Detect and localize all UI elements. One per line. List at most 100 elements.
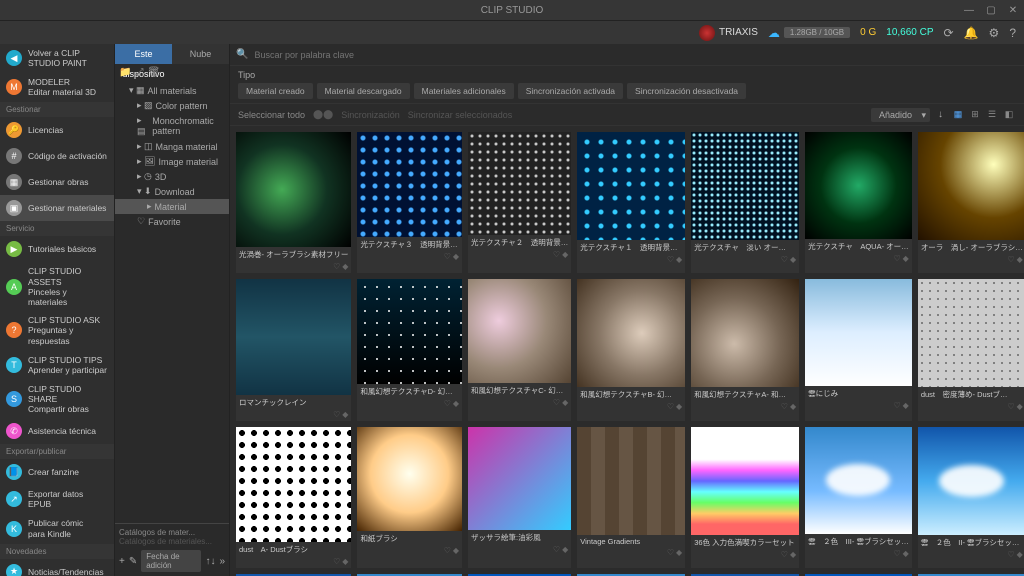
material-card[interactable]: 36色 入力色満喫カラーセット♡◆ [691, 427, 799, 568]
fav-icon[interactable]: ♡ [1007, 255, 1014, 264]
cloud-storage[interactable]: ☁ 1.28GB / 10GB [768, 26, 850, 40]
fav-icon[interactable]: ♡ [444, 252, 451, 261]
sidebar-item-tips[interactable]: TCLIP STUDIO TIPSAprender y participar [0, 350, 114, 380]
material-card[interactable]: オーラ 渦し- オーラブラシ…♡◆ [918, 132, 1024, 273]
tag-icon[interactable]: ◆ [562, 545, 568, 554]
fav-icon[interactable]: ♡ [333, 410, 340, 419]
tree-favorite[interactable]: ♡ Favorite [115, 214, 229, 229]
fav-icon[interactable]: ♡ [893, 254, 900, 263]
tag-icon[interactable]: ◆ [790, 550, 796, 559]
fav-icon[interactable]: ♡ [667, 255, 674, 264]
sync-selected[interactable]: Sincronizar seleccionados [408, 110, 513, 120]
type-filter-2[interactable]: Materiales adicionales [414, 83, 514, 99]
sidebar-item-news[interactable]: ★Noticias/Tendencias [0, 559, 114, 576]
sidebar-item-activation[interactable]: #Código de activación [0, 143, 114, 169]
fav-icon[interactable]: ♡ [1007, 550, 1014, 559]
tree-manga[interactable]: ▸ ◫ Manga material [115, 139, 229, 154]
catalog-date-button[interactable]: Fecha de adición [141, 550, 201, 572]
tree-material[interactable]: ▸ Material [115, 199, 229, 214]
material-card[interactable]: 和風幻想テクスチャB- 幻…♡◆ [577, 279, 685, 420]
sidebar-item-back[interactable]: ◀ Volver a CLIP STUDIO PAINT [0, 44, 114, 72]
fav-icon[interactable]: ♡ [781, 550, 788, 559]
tag-icon[interactable]: ◆ [562, 398, 568, 407]
tree-color[interactable]: ▸ ▨ Color pattern [115, 98, 229, 113]
delete-icon[interactable]: 🗑 [147, 67, 160, 78]
tag-icon[interactable]: ◆ [676, 255, 682, 264]
fav-icon[interactable]: ♡ [553, 250, 560, 259]
sidebar-item-kindle[interactable]: KPublicar cómicpara Kindle [0, 514, 114, 544]
fav-icon[interactable]: ♡ [553, 398, 560, 407]
fav-icon[interactable]: ♡ [333, 262, 340, 271]
gold-balance[interactable]: 0 G [860, 27, 876, 38]
tag-icon[interactable]: ◆ [453, 252, 459, 261]
fav-icon[interactable]: ♡ [444, 546, 451, 555]
select-all[interactable]: Seleccionar todo [238, 110, 305, 120]
type-filter-3[interactable]: Sincronización activada [518, 83, 623, 99]
view-grid-large-icon[interactable]: ▦ [951, 108, 965, 122]
tag-icon[interactable]: ◆ [562, 250, 568, 259]
type-filter-0[interactable]: Material creado [238, 83, 313, 99]
tag-icon[interactable]: ◆ [342, 410, 348, 419]
material-card[interactable]: 雲にじみ♡◆ [805, 279, 912, 420]
tab-device[interactable]: Este dispositivo [115, 44, 172, 64]
help-icon[interactable]: ? [1009, 26, 1016, 40]
settings-icon[interactable]: ⚙ [989, 26, 1000, 40]
tag-icon[interactable]: ◆ [1017, 550, 1023, 559]
material-card[interactable]: ロマンチックレイン♡◆ [236, 279, 351, 420]
tag-icon[interactable]: ◆ [676, 402, 682, 411]
close-button[interactable]: ✕ [1006, 5, 1020, 16]
tag-icon[interactable]: ◆ [342, 262, 348, 271]
fav-icon[interactable]: ♡ [893, 401, 900, 410]
tag-icon[interactable]: ◆ [903, 254, 909, 263]
view-detail-icon[interactable]: ◧ [1002, 108, 1016, 122]
sidebar-item-share[interactable]: SCLIP STUDIO SHARECompartir obras [0, 380, 114, 419]
material-card[interactable]: 光テクスチャ１ 透明背景…♡◆ [577, 132, 685, 273]
new-folder-icon[interactable]: 📁 [119, 67, 131, 78]
material-card[interactable]: 和風幻想テクスチャC- 幻…♡◆ [468, 279, 571, 420]
type-filter-1[interactable]: Material descargado [317, 83, 410, 99]
tree-download[interactable]: ▾ ⬇ Download [115, 184, 229, 199]
sidebar-item-assist[interactable]: ✆Asistencia técnica [0, 418, 114, 444]
tag-icon[interactable]: ◆ [1017, 402, 1023, 411]
sidebar-item-licenses[interactable]: 🔑Licencias [0, 117, 114, 143]
fav-icon[interactable]: ♡ [667, 402, 674, 411]
tree-mono[interactable]: ▸ ▤ Monochromatic pattern [115, 113, 229, 139]
material-card[interactable]: 光テクスチャ 淡い オー…♡◆ [691, 132, 799, 273]
material-card[interactable]: 光テクスチャ３ 透明背景…♡◆ [357, 132, 462, 273]
material-card[interactable]: 雲 ２色 III- 雲ブラシセッ…♡◆ [805, 427, 912, 568]
fav-icon[interactable]: ♡ [781, 402, 788, 411]
sort-asc-icon[interactable]: ↑↓ [205, 556, 215, 567]
tab-cloud[interactable]: Nube [172, 44, 229, 64]
tag-icon[interactable]: ◆ [676, 548, 682, 557]
material-card[interactable]: 和紙ブラシ♡◆ [357, 427, 462, 568]
tree-3d[interactable]: ▸ ◷ 3D [115, 169, 229, 184]
tag-icon[interactable]: ◆ [453, 546, 459, 555]
material-card[interactable]: 和風幻想テクスチャA- 和…♡◆ [691, 279, 799, 420]
sidebar-item-tutorials[interactable]: ▶Tutoriales básicos [0, 236, 114, 262]
minimize-button[interactable]: — [962, 5, 976, 16]
bell-icon[interactable]: 🔔 [964, 26, 979, 40]
sidebar-item-materials[interactable]: ▣Gestionar materiales [0, 195, 114, 221]
cp-balance[interactable]: 10,660 CP [886, 27, 933, 38]
sidebar-item-fanzine[interactable]: 📘Crear fanzine [0, 459, 114, 485]
tag-icon[interactable]: ◆ [790, 402, 796, 411]
fav-icon[interactable]: ♡ [444, 399, 451, 408]
sidebar-item-ask[interactable]: ?CLIP STUDIO ASKPreguntas y respuestas [0, 311, 114, 350]
refresh-icon[interactable]: ⟳ [944, 26, 954, 40]
user-badge[interactable]: TRIAXIS [699, 25, 758, 41]
fav-icon[interactable]: ♡ [1007, 402, 1014, 411]
tree-image[interactable]: ▸ 🖼 Image material [115, 154, 229, 169]
view-list-icon[interactable]: ☰ [985, 108, 999, 122]
material-card[interactable]: 光テクスチャ２ 透明背景…♡◆ [468, 132, 571, 273]
tag-icon[interactable]: ◆ [903, 549, 909, 558]
material-card[interactable]: Vintage Gradients♡◆ [577, 427, 685, 568]
sidebar-item-assets[interactable]: ACLIP STUDIO ASSETSPinceles y materiales [0, 262, 114, 311]
fav-icon[interactable]: ♡ [553, 545, 560, 554]
fav-icon[interactable]: ♡ [667, 548, 674, 557]
tag-icon[interactable]: ◆ [790, 255, 796, 264]
sidebar-item-works[interactable]: ▦Gestionar obras [0, 169, 114, 195]
expand-catalog-icon[interactable]: » [219, 556, 225, 567]
sort-dropdown[interactable]: Añadido [871, 108, 930, 122]
tag-icon[interactable]: ◆ [1017, 255, 1023, 264]
tree-all[interactable]: ▾ ▦ All materials [115, 83, 229, 98]
